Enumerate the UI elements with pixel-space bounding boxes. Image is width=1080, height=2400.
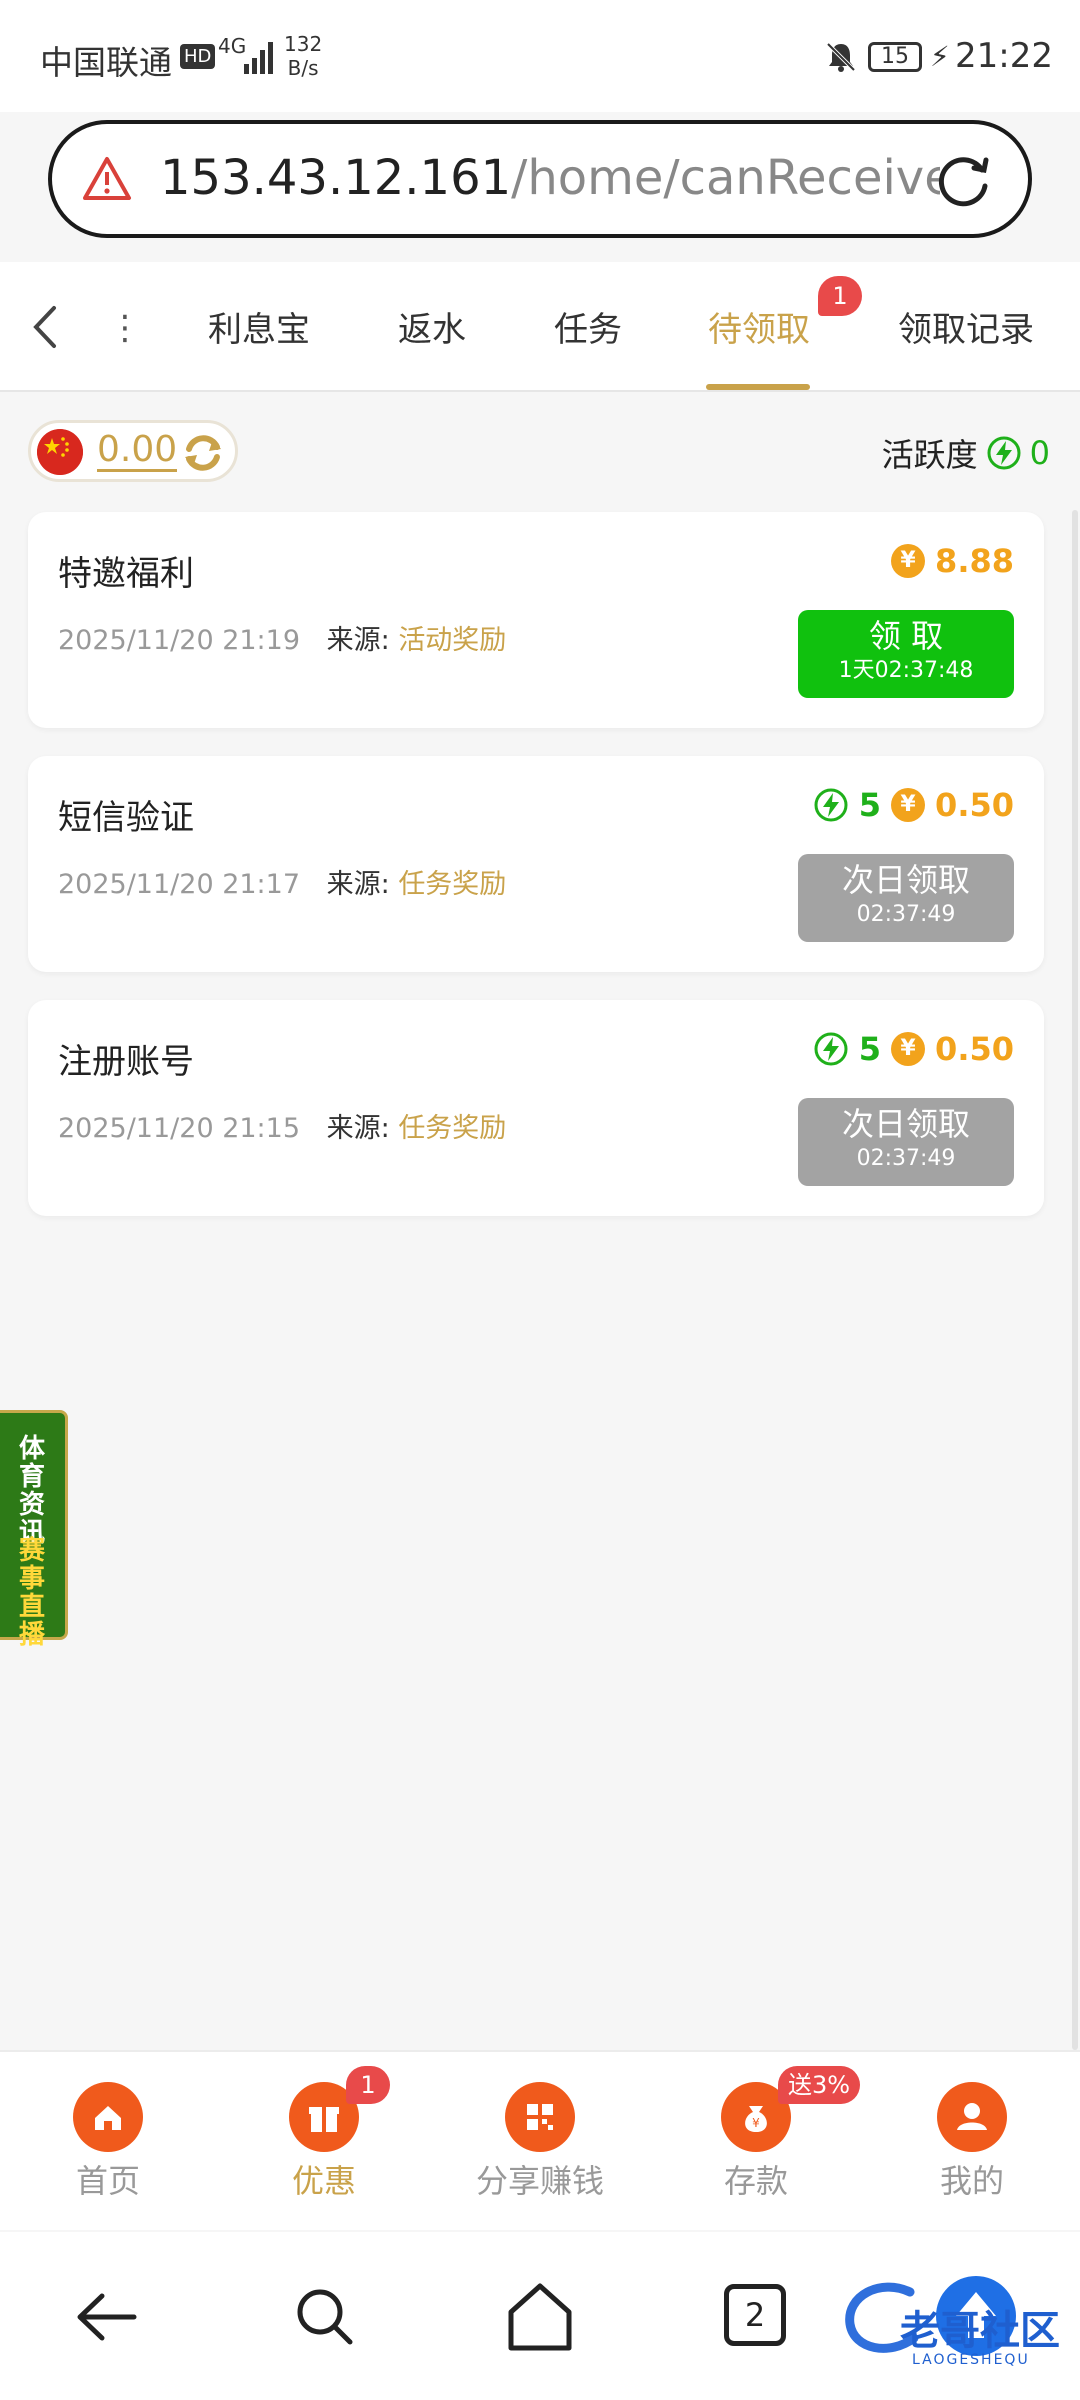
reward-source: 任务奖励 bbox=[398, 1113, 507, 1144]
address-bar[interactable]: 153.43.12.161/home/canReceive?c bbox=[48, 120, 1032, 238]
qrcode-icon bbox=[505, 2082, 575, 2152]
source-label: 来源: bbox=[326, 869, 390, 900]
category-tabs: ⋮ 利息宝 返水 任务 待领取 1 领取记录 bbox=[0, 262, 1080, 392]
banner-line1: 体育资讯 bbox=[18, 1434, 45, 1548]
claim-button[interactable]: 领 取 1天02:37:48 bbox=[798, 610, 1014, 698]
back-arrow-icon[interactable] bbox=[72, 2282, 142, 2352]
reward-source: 任务奖励 bbox=[398, 869, 507, 900]
battery-icon: 15 bbox=[868, 42, 922, 72]
reward-time: 2025/11/20 21:17 bbox=[58, 869, 301, 900]
warning-icon[interactable] bbox=[82, 154, 132, 204]
reward-meta: 2025/11/20 21:17 来源: 任务奖励 bbox=[58, 862, 506, 901]
home-icon bbox=[73, 2082, 143, 2152]
yuan-coin-icon: ¥ bbox=[891, 788, 926, 822]
money-value: 0.50 bbox=[935, 1030, 1014, 1068]
status-bar: 中国联通 HD 4G 132 B/s 15 ⚡ 21:22 bbox=[0, 0, 1080, 112]
more-icon[interactable]: ⋮ bbox=[108, 308, 142, 348]
activity-value: 0 bbox=[1029, 434, 1050, 472]
browser-nav-bar: 2 老哥社区 LAOGESHEQU bbox=[0, 2232, 1080, 2400]
lightning-icon bbox=[814, 788, 848, 822]
charging-icon: ⚡ bbox=[930, 40, 950, 73]
tab-rebate[interactable]: 返水 bbox=[398, 302, 466, 351]
reload-icon[interactable] bbox=[930, 148, 996, 214]
home-icon[interactable] bbox=[505, 2280, 575, 2354]
search-icon[interactable] bbox=[290, 2282, 360, 2352]
points-value: 5 bbox=[858, 1030, 882, 1068]
carrier-name: 中国联通 bbox=[40, 43, 172, 82]
tab-pending[interactable]: 待领取 bbox=[708, 302, 810, 351]
reward-card: 特邀福利 2025/11/20 21:19 来源: 活动奖励 ¥ 8.88 领 … bbox=[28, 512, 1044, 728]
reward-title: 注册账号 bbox=[58, 1042, 194, 1082]
reward-time: 2025/11/20 21:15 bbox=[58, 1113, 301, 1144]
clock: 21:22 bbox=[955, 36, 1053, 76]
reward-card: 注册账号 2025/11/20 21:15 来源: 任务奖励 5 ¥ 0.50 … bbox=[28, 1000, 1044, 1216]
tab-tasks[interactable]: 任务 bbox=[554, 302, 622, 351]
reward-card: 短信验证 2025/11/20 21:17 来源: 任务奖励 5 ¥ 0.50 … bbox=[28, 756, 1044, 972]
claim-next-day-button[interactable]: 次日领取 02:37:49 bbox=[798, 1098, 1014, 1186]
lightning-icon bbox=[814, 1032, 848, 1066]
reward-amount: 5 ¥ 0.50 bbox=[813, 786, 1014, 824]
reward-meta: 2025/11/20 21:15 来源: 任务奖励 bbox=[58, 1106, 506, 1145]
yuan-coin-icon: ¥ bbox=[891, 544, 926, 578]
china-flag-icon bbox=[37, 429, 83, 475]
user-icon bbox=[937, 2082, 1007, 2152]
reward-meta: 2025/11/20 21:19 来源: 活动奖励 bbox=[58, 618, 506, 657]
svg-text:¥: ¥ bbox=[752, 2116, 760, 2130]
reward-title: 特邀福利 bbox=[58, 554, 194, 594]
promotions-badge: 1 bbox=[346, 2066, 390, 2104]
refresh-icon[interactable] bbox=[179, 429, 227, 477]
tab-claim-history[interactable]: 领取记录 bbox=[898, 302, 1034, 351]
nav-home[interactable]: 首页 bbox=[28, 2082, 188, 2202]
money-value: 0.50 bbox=[935, 786, 1014, 824]
reward-title: 短信验证 bbox=[58, 798, 194, 838]
bell-muted-icon bbox=[826, 42, 856, 72]
reward-amount: 5 ¥ 0.50 bbox=[813, 1030, 1014, 1068]
tabs-counter[interactable]: 2 bbox=[724, 2284, 786, 2346]
bottom-nav: 首页 优惠 1 分享赚钱 ¥ 存款 送3% 我的 bbox=[0, 2050, 1080, 2230]
source-label: 来源: bbox=[326, 625, 390, 656]
source-label: 来源: bbox=[326, 1113, 390, 1144]
balance-amount: 0.00 bbox=[97, 429, 178, 472]
reward-amount: ¥ 8.88 bbox=[891, 542, 1014, 580]
banner-line2: 赛事直播 bbox=[18, 1536, 45, 1650]
lightning-icon bbox=[987, 436, 1021, 470]
points-value: 5 bbox=[858, 786, 882, 824]
tab-badge: 1 bbox=[818, 276, 862, 316]
deposit-bonus-badge: 送3% bbox=[778, 2066, 860, 2104]
network-type: 4G bbox=[218, 34, 247, 58]
wallet-balance: 0.00 bbox=[28, 420, 238, 482]
activity-level: 活跃度 0 bbox=[882, 430, 1050, 476]
hd-badge: HD bbox=[180, 44, 216, 69]
watermark-logo: 老哥社区 LAOGESHEQU bbox=[840, 2268, 1070, 2378]
chevron-left-icon[interactable] bbox=[30, 304, 60, 350]
active-tab-indicator bbox=[706, 384, 810, 390]
network-speed: 132 B/s bbox=[284, 32, 323, 80]
nav-share-earn[interactable]: 分享赚钱 bbox=[460, 2082, 620, 2202]
signal-icon bbox=[244, 42, 273, 74]
sports-live-banner[interactable]: 体育资讯 赛事直播 bbox=[0, 1410, 68, 1649]
reward-time: 2025/11/20 21:19 bbox=[58, 625, 301, 656]
scrollbar[interactable] bbox=[1072, 510, 1078, 2050]
tab-interest[interactable]: 利息宝 bbox=[208, 302, 310, 351]
reward-source: 活动奖励 bbox=[398, 625, 507, 656]
activity-label: 活跃度 bbox=[881, 436, 978, 474]
claim-next-day-button[interactable]: 次日领取 02:37:49 bbox=[798, 854, 1014, 942]
yuan-coin-icon: ¥ bbox=[891, 1032, 926, 1066]
nav-profile[interactable]: 我的 bbox=[892, 2082, 1052, 2202]
url-text[interactable]: 153.43.12.161/home/canReceive?c bbox=[160, 150, 940, 206]
money-value: 8.88 bbox=[935, 542, 1014, 580]
